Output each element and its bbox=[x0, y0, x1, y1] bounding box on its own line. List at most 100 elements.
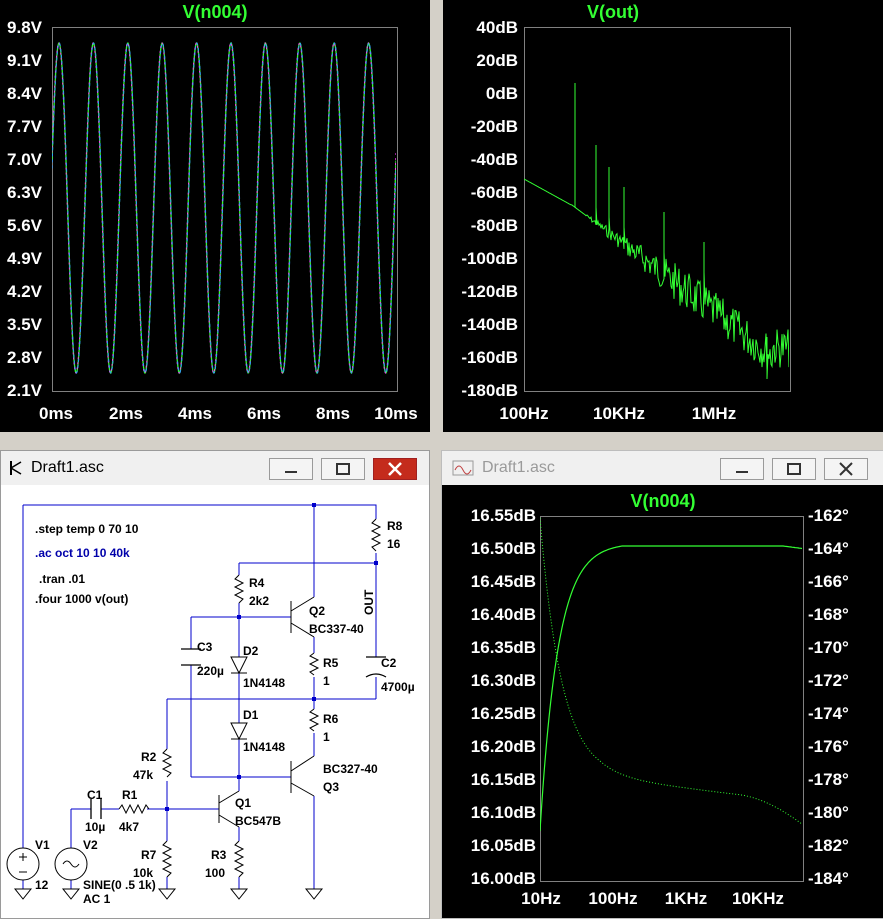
schematic-titlebar[interactable]: Draft1.asc bbox=[1, 451, 429, 485]
ac-y-right-tick-label: -168° bbox=[808, 605, 849, 624]
maximize-icon bbox=[336, 463, 350, 475]
transient-y-tick-label: 4.2V bbox=[7, 282, 42, 301]
fft-y-tick-label: 0dB bbox=[485, 84, 518, 103]
maximize-button[interactable] bbox=[321, 458, 365, 480]
ac-y-left-tick-label: 16.55dB bbox=[470, 506, 536, 525]
transient-y-tick-label: 8.4V bbox=[7, 84, 42, 103]
ac-minimize-button[interactable] bbox=[720, 458, 764, 480]
transient-x-tick-label: 0ms bbox=[38, 404, 74, 423]
r2-value[interactable]: 47k bbox=[133, 768, 153, 782]
transient-x-tick-label: 8ms bbox=[315, 404, 351, 423]
d2-label[interactable]: D2 bbox=[243, 644, 259, 658]
v2-value-line1[interactable]: SINE(0 .5 1k) bbox=[83, 878, 156, 892]
ac-close-button[interactable] bbox=[824, 458, 868, 480]
q1-label[interactable]: Q1 bbox=[235, 796, 251, 810]
v1-label[interactable]: V1 bbox=[35, 838, 50, 852]
out-net-label[interactable]: OUT bbox=[362, 589, 376, 615]
c1-value[interactable]: 10µ bbox=[85, 820, 105, 834]
d2-type[interactable]: 1N4148 bbox=[243, 676, 285, 690]
fft-y-tick-label: -140dB bbox=[461, 315, 518, 334]
ac-directive[interactable]: .ac oct 10 10 40k bbox=[35, 546, 130, 560]
r7-value[interactable]: 10k bbox=[133, 866, 153, 880]
ac-y-left-tick-label: 16.35dB bbox=[470, 638, 536, 657]
fft-y-tick-label: -100dB bbox=[461, 249, 518, 268]
fft-x-tick-label: 1MHz bbox=[691, 404, 737, 423]
r1-label[interactable]: R1 bbox=[122, 788, 138, 802]
ac-y-right-tick-label: -176° bbox=[808, 737, 849, 756]
c2-value[interactable]: 4700µ bbox=[381, 680, 415, 694]
r6-label[interactable]: R6 bbox=[323, 712, 339, 726]
q1-type[interactable]: BC547B bbox=[235, 814, 281, 828]
r5-label[interactable]: R5 bbox=[323, 656, 339, 670]
q3-type[interactable]: BC327-40 bbox=[323, 762, 378, 776]
ac-plot-window-title: Draft1.asc bbox=[482, 459, 555, 476]
c2-label[interactable]: C2 bbox=[381, 656, 397, 670]
ac-y-right-tick-label: -162° bbox=[808, 506, 849, 525]
fft-trace bbox=[524, 83, 789, 380]
ac-y-left-tick-label: 16.20dB bbox=[470, 737, 536, 756]
r6-value[interactable]: 1 bbox=[323, 730, 330, 744]
ac-y-right-tick-label: -164° bbox=[808, 539, 849, 558]
c1-label[interactable]: C1 bbox=[87, 788, 103, 802]
d1-label[interactable]: D1 bbox=[243, 708, 259, 722]
ac-y-right-tick-label: -174° bbox=[808, 704, 849, 723]
close-button[interactable] bbox=[373, 458, 417, 480]
ac-y-left-tick-label: 16.00dB bbox=[470, 869, 536, 888]
ac-y-left-tick-label: 16.50dB bbox=[470, 539, 536, 558]
transistors bbox=[218, 596, 315, 828]
r4-label[interactable]: R4 bbox=[249, 576, 265, 590]
ac-y-right-tick-label: -184° bbox=[808, 869, 849, 888]
minimize-icon bbox=[285, 471, 297, 473]
step-directive[interactable]: .step temp 0 70 10 bbox=[35, 522, 139, 536]
minimize-button[interactable] bbox=[269, 458, 313, 480]
transient-plot-title[interactable]: V(n004) bbox=[0, 2, 430, 23]
v2-label[interactable]: V2 bbox=[83, 838, 98, 852]
r7-label[interactable]: R7 bbox=[141, 848, 157, 862]
minimize-icon bbox=[736, 471, 748, 473]
transient-x-tick-label: 10ms bbox=[374, 404, 418, 423]
maximize-icon bbox=[787, 463, 801, 475]
r5-value[interactable]: 1 bbox=[323, 674, 330, 688]
ac-y-left-tick-label: 16.30dB bbox=[470, 671, 536, 690]
r8-label[interactable]: R8 bbox=[387, 519, 403, 533]
transient-y-tick-label: 2.1V bbox=[7, 381, 42, 400]
fft-x-tick-label: 100Hz bbox=[499, 404, 549, 423]
ac-plot-pane[interactable]: V(n004) 16.55dB 16.50dB 16.45dB 16.40dB 16.3… bbox=[452, 487, 883, 918]
c3-value[interactable]: 220µ bbox=[197, 664, 224, 678]
ac-plot-window[interactable]: Draft1.asc V(n004) 16.55dB 16.50dB 16.45dB… bbox=[441, 450, 883, 919]
schematic-window-title: Draft1.asc bbox=[31, 459, 104, 476]
r8-value[interactable]: 16 bbox=[387, 537, 401, 551]
c3-label[interactable]: C3 bbox=[197, 640, 213, 654]
d1-type[interactable]: 1N4148 bbox=[243, 740, 285, 754]
tran-directive[interactable]: .tran .01 bbox=[39, 572, 85, 586]
wires bbox=[22, 504, 377, 889]
q3-label[interactable]: Q3 bbox=[323, 780, 339, 794]
ac-y-left-tick-label: 16.40dB bbox=[470, 605, 536, 624]
q2-label[interactable]: Q2 bbox=[309, 604, 325, 618]
fft-plot-pane[interactable]: V(out) 40dB 20dB 0dB -20dB -40dB -60dB -80dB -1… bbox=[443, 0, 883, 432]
fft-y-tick-label: -20dB bbox=[470, 117, 518, 136]
ac-plot-titlebar[interactable]: Draft1.asc bbox=[442, 451, 883, 485]
r1-value[interactable]: 4k7 bbox=[119, 820, 139, 834]
ac-x-tick-label: 10KHz bbox=[732, 889, 784, 908]
ac-x-tick-label: 10Hz bbox=[521, 889, 561, 908]
schematic-canvas[interactable]: .step temp 0 70 10 .ac oct 10 10 40k .tr… bbox=[1, 485, 429, 918]
fft-y-tick-label: -80dB bbox=[470, 216, 518, 235]
ac-y-left-tick-label: 16.25dB bbox=[470, 704, 536, 723]
r3-label[interactable]: R3 bbox=[211, 848, 227, 862]
transient-x-tick-label: 2ms bbox=[108, 404, 144, 423]
ac-y-left-tick-label: 16.10dB bbox=[470, 803, 536, 822]
r4-value[interactable]: 2k2 bbox=[249, 594, 269, 608]
r2-label[interactable]: R2 bbox=[141, 750, 157, 764]
r3-value[interactable]: 100 bbox=[205, 866, 225, 880]
ac-y-right-tick-label: -170° bbox=[808, 638, 849, 657]
v2-value-line2[interactable]: AC 1 bbox=[83, 892, 111, 906]
q2-type[interactable]: BC337-40 bbox=[309, 622, 364, 636]
ac-maximize-button[interactable] bbox=[772, 458, 816, 480]
fft-y-tick-label: -40dB bbox=[470, 150, 518, 169]
transient-plot-pane[interactable]: V(n004) 9.8V 9.1V 8.4V 7.7V 7.0V 6.3V 5.6V 4.9V… bbox=[0, 0, 430, 432]
four-directive[interactable]: .four 1000 v(out) bbox=[35, 592, 128, 606]
transient-y-tick-label: 5.6V bbox=[7, 216, 42, 235]
v1-value[interactable]: 12 bbox=[35, 878, 49, 892]
schematic-window[interactable]: Draft1.asc .step temp 0 70 10 .ac oct 10… bbox=[0, 450, 430, 919]
